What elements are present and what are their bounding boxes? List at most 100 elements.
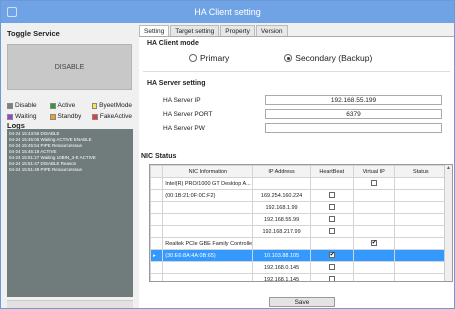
row-selector-cell	[150, 261, 164, 274]
heartbeat-checkbox[interactable]	[328, 204, 335, 211]
virtual-ip-cell	[352, 189, 395, 202]
legend-active: Active	[49, 102, 89, 109]
virtual-ip-cell	[352, 273, 395, 281]
row-selector-cell	[150, 225, 164, 238]
col-header-ip-address[interactable]: IP Address	[252, 165, 311, 178]
server-port-label: HA Server PORT	[163, 110, 213, 118]
log-line: 04-24 15:51:49 PIPE ResourceIssue	[9, 167, 83, 172]
row-selector-cell	[150, 201, 164, 214]
heartbeat-checkbox[interactable]	[328, 276, 335, 281]
legend-label: ByeetMode	[99, 102, 132, 109]
tab-setting[interactable]: Setting	[139, 25, 170, 36]
table-row[interactable]: ▸ (30:E6:8A:4A:0B:65) 10.103.88.105	[150, 249, 449, 262]
col-header-status[interactable]: Status	[393, 165, 449, 178]
legend-standby: Standby	[49, 113, 89, 120]
toggle-service-heading: Toggle Service	[7, 29, 60, 38]
table-row[interactable]: (00:1B:21:0F:0C:F2) 169.254.160.224	[150, 189, 449, 202]
virtual-ip-cell	[352, 249, 395, 262]
heartbeat-cell	[309, 213, 354, 226]
table-row[interactable]: 192.168.55.99	[150, 213, 449, 226]
status-cell	[393, 237, 449, 250]
log-horizontal-scrollbar[interactable]	[7, 300, 133, 308]
heartbeat-cell	[309, 237, 354, 250]
row-selector-cell	[150, 213, 164, 226]
ip-address-cell: 192.168.55.99	[252, 213, 311, 226]
primary-label: Primary	[200, 53, 230, 63]
heartbeat-checkbox[interactable]	[328, 192, 335, 199]
legend-label: Standby	[57, 113, 82, 120]
nic-table-body: Intel(R) PRO/1000 GT Desktop A... (00:1B:…	[150, 177, 449, 281]
ip-address-cell	[252, 237, 311, 250]
secondary-radio[interactable]: Secondary (Backup)	[284, 53, 372, 63]
virtual-ip-cell	[352, 261, 395, 274]
legend-label: Disable	[15, 102, 37, 109]
nic-info-cell	[162, 261, 254, 274]
server-port-row: HA Server PORT 6379	[139, 108, 454, 120]
row-selector-cell	[150, 237, 164, 250]
heartbeat-checkbox[interactable]	[328, 251, 335, 259]
table-row[interactable]: 192.168.1.99	[150, 201, 449, 214]
heartbeat-cell	[309, 249, 354, 262]
virtual-ip-checkbox[interactable]	[370, 180, 377, 187]
col-header-nic-information[interactable]: NIC Information	[162, 165, 254, 178]
primary-radio[interactable]: Primary	[189, 53, 229, 63]
swatch	[92, 113, 98, 120]
ip-address-cell: 192.168.1.99	[252, 201, 311, 214]
ip-address-cell: 192.168.1.145	[252, 273, 311, 281]
heartbeat-checkbox[interactable]	[328, 228, 335, 235]
nic-info-cell: (30:E6:8A:4A:0B:65)	[162, 249, 254, 262]
nic-vertical-scrollbar[interactable]: ▲ ▼	[444, 165, 452, 281]
tab-strip: Setting Target setting Property Version	[139, 25, 454, 37]
legend-disable: Disable	[7, 102, 46, 109]
status-cell	[393, 177, 449, 190]
radio-dot	[284, 54, 293, 62]
col-header-selector	[150, 165, 164, 178]
swatch	[49, 113, 56, 120]
ip-address-cell	[252, 177, 311, 190]
server-ip-row: HA Server IP 192.168.55.199	[139, 94, 454, 106]
toggle-service-button[interactable]: DISABLE	[7, 44, 132, 90]
secondary-label: Secondary (Backup)	[295, 53, 373, 63]
nic-status-grid[interactable]: NIC Information IP Address HeartBeat Vir…	[149, 164, 453, 282]
table-row[interactable]: 192.168.217.99	[150, 225, 449, 238]
col-header-heartbeat[interactable]: HeartBeat	[309, 165, 354, 178]
tab-version[interactable]: Version	[255, 25, 288, 36]
nic-table: NIC Information IP Address HeartBeat Vir…	[150, 165, 449, 281]
tab-property[interactable]: Property	[220, 25, 255, 36]
col-header-virtual-ip[interactable]: Virtual IP	[352, 165, 395, 178]
virtual-ip-cell	[352, 237, 395, 250]
scroll-up-icon[interactable]: ▲	[445, 165, 452, 171]
ip-address-cell: 192.168.0.145	[252, 261, 311, 274]
status-cell	[393, 273, 449, 281]
left-panel: Toggle Service DISABLE Disable Active By…	[3, 25, 136, 308]
client-mode-heading: HA Client mode	[147, 40, 199, 47]
legend-byeetmode: ByeetMode	[92, 102, 132, 109]
table-row[interactable]: Intel(R) PRO/1000 GT Desktop A...	[150, 177, 449, 190]
table-row[interactable]: 192.168.1.145	[150, 273, 449, 281]
server-pw-field[interactable]	[265, 123, 442, 133]
heartbeat-checkbox[interactable]	[328, 216, 335, 223]
log-list[interactable]: 04-24 15:43:55 DISABLE 04-24 15:45:05 Wa…	[7, 129, 133, 297]
virtual-ip-cell	[352, 225, 395, 238]
heartbeat-cell	[309, 225, 354, 238]
server-ip-field[interactable]: 192.168.55.199	[265, 95, 442, 105]
nic-info-cell	[162, 213, 254, 226]
server-port-field[interactable]: 6379	[265, 109, 442, 119]
nic-info-cell	[162, 201, 254, 214]
server-pw-label: HA Server PW	[163, 124, 205, 132]
status-cell	[393, 213, 449, 226]
nic-info-cell: Realtek PCIe GBE Family Controller	[162, 237, 254, 250]
virtual-ip-checkbox[interactable]	[370, 239, 377, 247]
legend-label: Active	[57, 102, 76, 109]
status-cell	[393, 201, 449, 214]
status-cell	[393, 249, 449, 262]
virtual-ip-cell	[352, 177, 395, 190]
heartbeat-checkbox[interactable]	[328, 264, 335, 271]
heartbeat-cell	[309, 189, 354, 202]
table-row[interactable]: 192.168.0.145	[150, 261, 449, 274]
tab-target-setting[interactable]: Target setting	[170, 25, 220, 36]
swatch	[92, 102, 98, 109]
table-row[interactable]: Realtek PCIe GBE Family Controller	[150, 237, 449, 250]
save-button[interactable]: Save	[269, 297, 335, 307]
heartbeat-cell	[309, 273, 354, 281]
